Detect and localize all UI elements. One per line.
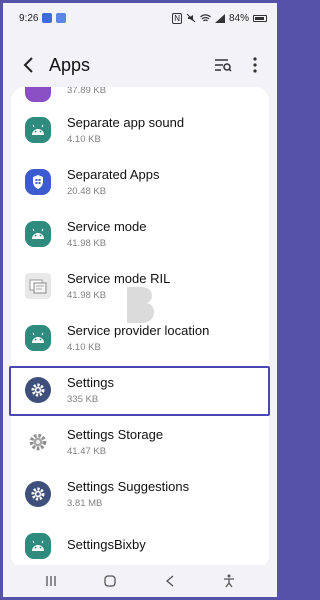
list-item-size: 4.10 KB — [67, 134, 101, 145]
back-button[interactable] — [17, 54, 39, 76]
battery-icon — [253, 14, 267, 22]
app-icon — [25, 87, 51, 102]
more-options-button[interactable] — [243, 53, 267, 77]
wifi-icon — [200, 13, 211, 21]
accessibility-button[interactable] — [217, 569, 241, 593]
signal-icon — [214, 13, 225, 23]
android-icon — [25, 117, 51, 143]
recent-apps-button[interactable] — [39, 569, 63, 593]
navigation-bar — [3, 565, 277, 597]
page-title: Apps — [49, 54, 91, 75]
gear-icon — [25, 429, 51, 455]
battery-percent: 84% — [228, 12, 249, 24]
list-item-size: 20.48 KB — [67, 186, 107, 197]
settings-highlight-box — [9, 366, 270, 416]
more-vertical-icon — [253, 57, 257, 73]
list-item-size: 37.89 KB — [67, 87, 107, 96]
list-item-name: Service provider location — [67, 323, 210, 338]
gear-icon — [25, 481, 51, 507]
list-item-text: Separated Apps 20.48 KB — [67, 167, 160, 197]
list-item-text: Settings Storage 41.47 KB — [67, 427, 163, 457]
list-item-size: 4.10 KB — [67, 342, 101, 353]
back-arrow-icon — [23, 57, 33, 73]
status-right: N 84% — [172, 12, 267, 24]
list-item-name: SettingsBixby — [67, 536, 146, 552]
recent-apps-icon — [46, 576, 56, 586]
list-item-size: 41.98 KB — [67, 238, 107, 249]
list-item-text: SettingsBixby — [67, 537, 146, 556]
filter-search-button[interactable] — [211, 53, 235, 77]
list-item-text: 37.89 KB — [67, 87, 106, 96]
notification-icon — [42, 13, 53, 23]
watermark-logo — [127, 287, 154, 323]
list-item-text: Settings Suggestions 3.81 MB — [67, 479, 189, 509]
app-list: 37.89 KB Separate app sound 4.10 KB Sepa… — [11, 87, 269, 569]
back-nav-button[interactable] — [158, 569, 182, 593]
list-item-text: Separate app sound 4.10 KB — [67, 115, 184, 145]
list-item-settings-suggestions[interactable]: Settings Suggestions 3.81 MB — [11, 468, 269, 520]
service-mode-ril-icon — [25, 273, 51, 299]
list-item-size: 41.47 KB — [67, 446, 107, 457]
home-icon — [104, 575, 116, 587]
list-item-service-mode[interactable]: Service mode 41.98 KB — [11, 208, 269, 260]
status-left: 9:26 — [19, 12, 67, 24]
android-icon — [25, 533, 51, 559]
list-item-separated-apps[interactable]: Separated Apps 20.48 KB — [11, 156, 269, 208]
list-item-name: Settings Storage — [67, 427, 164, 442]
accessibility-icon — [224, 574, 235, 588]
list-item-separate-app-sound[interactable]: Separate app sound 4.10 KB — [11, 104, 269, 156]
shield-icon — [25, 169, 51, 195]
filter-search-icon — [215, 59, 232, 72]
list-item-size: 3.81 MB — [67, 498, 103, 509]
list-item-name: Settings Suggestions — [67, 479, 190, 494]
mute-icon — [186, 13, 196, 23]
android-icon — [25, 325, 51, 351]
status-time: 9:26 — [19, 12, 39, 24]
list-item-settings-storage[interactable]: Settings Storage 41.47 KB — [11, 416, 269, 468]
list-item-settingsbixby[interactable]: SettingsBixby — [11, 520, 269, 569]
status-bar: 9:26 N 84% — [3, 3, 277, 33]
notification-icon-2 — [56, 13, 67, 23]
list-item-text: Service provider location 4.10 KB — [67, 323, 209, 353]
chevron-left-icon — [165, 575, 174, 587]
phone-screen: 9:26 N 84% Apps 37.89 KB Separate app so… — [3, 3, 277, 597]
app-bar: Apps — [3, 43, 277, 87]
android-icon — [25, 221, 51, 247]
list-item-text: Service mode 41.98 KB — [67, 219, 146, 249]
home-button[interactable] — [98, 569, 122, 593]
list-item-name: Separated Apps — [67, 167, 160, 182]
list-item-name: Service mode — [67, 219, 147, 234]
nfc-icon: N — [172, 12, 182, 24]
list-item-name: Separate app sound — [67, 115, 185, 130]
